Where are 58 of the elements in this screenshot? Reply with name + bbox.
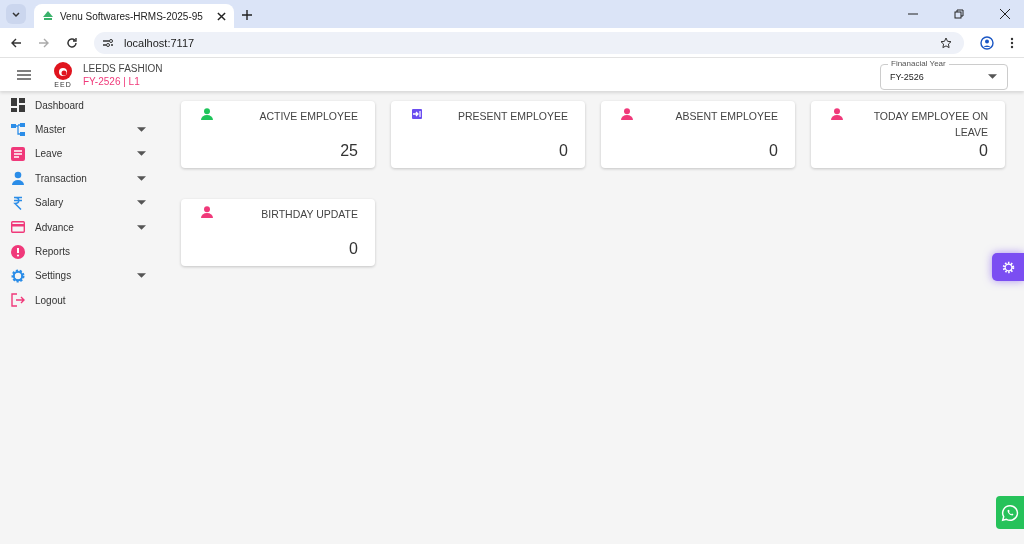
person-icon xyxy=(201,108,213,120)
logo-icon xyxy=(53,61,73,81)
sidebar-item[interactable]: Leave xyxy=(0,141,166,167)
card-title: PRESENT EMPLOYEE xyxy=(457,109,568,124)
sidebar-item[interactable]: Settings xyxy=(0,263,166,289)
card-value: 0 xyxy=(558,142,568,160)
transaction-icon xyxy=(11,171,25,186)
settings-icon xyxy=(1001,260,1015,274)
tab-list-button[interactable] xyxy=(6,4,26,24)
person-icon xyxy=(621,108,633,120)
close-window-icon[interactable] xyxy=(1000,9,1010,19)
salary-icon xyxy=(11,195,25,210)
back-icon[interactable] xyxy=(10,36,22,49)
sidebar-item[interactable]: Dashboard xyxy=(0,93,166,118)
dropdown-caret-icon xyxy=(988,74,997,79)
close-icon[interactable] xyxy=(217,11,226,21)
reports-icon xyxy=(11,244,25,259)
sidebar-item[interactable]: Transaction xyxy=(0,166,166,191)
card-title: BIRTHDAY UPDATE xyxy=(261,207,358,222)
settings-icon xyxy=(11,268,25,283)
dashboard-icon xyxy=(11,98,25,113)
reload-icon[interactable] xyxy=(66,36,78,49)
more-menu-icon[interactable] xyxy=(1010,36,1014,49)
advance-icon xyxy=(11,220,25,235)
sidebar-item[interactable]: Salary xyxy=(0,190,166,215)
restore-icon[interactable] xyxy=(954,9,964,19)
card-title: ABSENT EMPLOYEE xyxy=(675,109,778,124)
card-title: TODAY EMPLOYEE ON LEAVE xyxy=(872,109,988,140)
browser-tab[interactable]: Venu Softwares-HRMS-2025-95 xyxy=(34,4,234,28)
theme-settings-button[interactable] xyxy=(992,253,1024,281)
fiscal-year-label: FY-2526 | L1 xyxy=(83,75,141,87)
menu-icon[interactable] xyxy=(17,69,31,80)
sidebar-item[interactable]: Advance xyxy=(0,214,166,240)
site-icon xyxy=(42,10,54,22)
card-value: 0 xyxy=(978,142,988,160)
card-value: 0 xyxy=(768,142,778,160)
logout-icon xyxy=(11,293,25,308)
card-value: 25 xyxy=(339,142,358,160)
card-title: ACTIVE EMPLOYEE xyxy=(259,109,358,124)
chat-bubble-icon xyxy=(1001,503,1019,522)
bookmark-star-icon[interactable] xyxy=(940,36,952,49)
sidebar-item[interactable]: Master xyxy=(0,117,166,142)
sidebar-item[interactable]: Reports xyxy=(0,239,166,264)
caret-icon xyxy=(11,9,21,19)
person-icon xyxy=(831,108,843,120)
leave-icon xyxy=(11,146,25,161)
sidebar-item[interactable]: Logout xyxy=(0,288,166,313)
address-bar[interactable]: localhost:7117 xyxy=(94,31,964,54)
url-text: localhost:7117 xyxy=(124,36,195,49)
person-icon xyxy=(201,206,213,218)
profile-icon[interactable] xyxy=(980,35,994,50)
master-icon xyxy=(11,122,25,137)
login-icon xyxy=(411,108,423,120)
card-value: 0 xyxy=(348,240,358,258)
tab-title: Venu Softwares-HRMS-2025-95 xyxy=(60,10,204,22)
company-name: LEEDS FASHION xyxy=(83,62,163,74)
new-tab-icon[interactable] xyxy=(242,10,252,20)
site-settings-icon[interactable] xyxy=(102,36,114,49)
